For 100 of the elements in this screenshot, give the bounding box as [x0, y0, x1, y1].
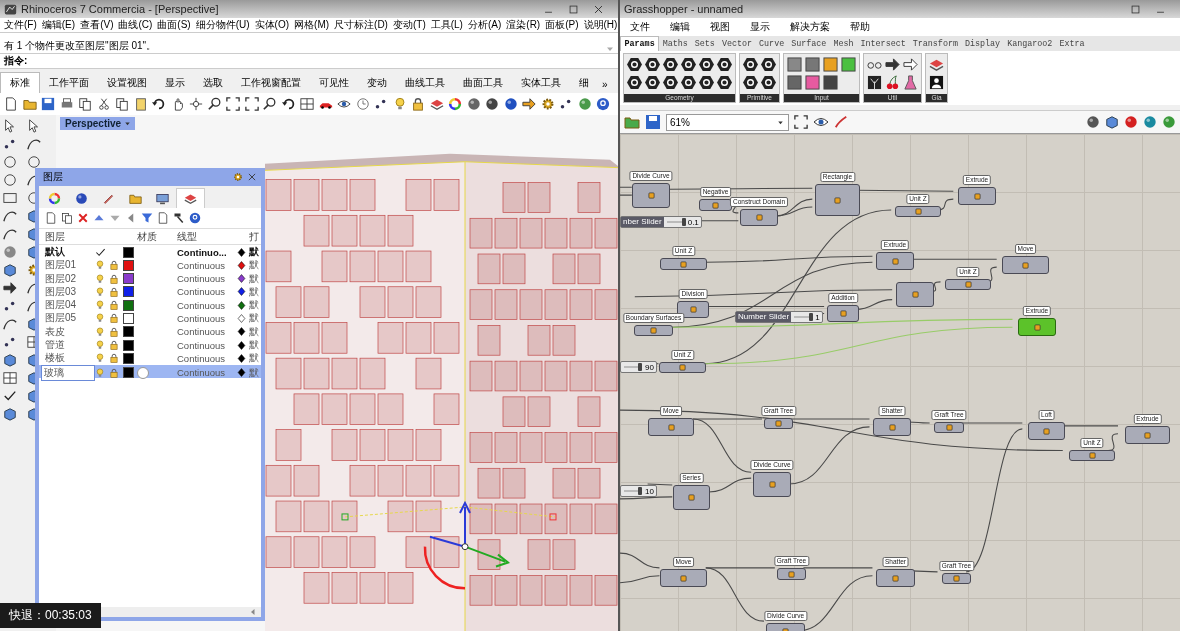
- layer-name: 图层05: [44, 311, 78, 326]
- menu-item[interactable]: 曲线(C): [118, 18, 153, 32]
- window-title: Rhinoceros 7 Commercia - [Perspective]: [21, 3, 220, 15]
- print-color-cell-text: 默: [249, 351, 260, 366]
- menu-item[interactable]: 显示: [750, 20, 770, 34]
- toolbar-tab[interactable]: 曲线工具: [396, 73, 454, 93]
- component-tab[interactable]: Display: [961, 37, 1004, 51]
- print-color-cell-text: 默: [249, 271, 260, 286]
- panel-title: 图层: [43, 170, 63, 184]
- layer-name: 图层04: [44, 298, 78, 313]
- layer-name: 图层03: [44, 284, 78, 299]
- menu-item[interactable]: 编辑(E): [41, 18, 76, 32]
- column-header: 打: [249, 229, 260, 244]
- layer-name: 表皮: [44, 324, 66, 339]
- linetype-cell-text: Continuous: [177, 299, 227, 311]
- number-slider[interactable]: 10: [620, 485, 657, 497]
- menu-item[interactable]: 说明(H): [583, 18, 618, 32]
- menu-item[interactable]: 帮助: [850, 20, 870, 34]
- menu-item[interactable]: 变动(T): [392, 18, 426, 32]
- layer-name: 楼板: [44, 351, 66, 366]
- component-tab[interactable]: Params: [620, 36, 660, 51]
- menu-item[interactable]: 细分物件(U): [195, 18, 250, 32]
- layer-row[interactable]: 图层05 Continuous 默: [39, 311, 261, 325]
- component-tab[interactable]: Transform: [909, 37, 962, 51]
- toolbar-tab[interactable]: 细: [570, 73, 598, 93]
- toolbar-tab[interactable]: 设置视图: [98, 73, 156, 93]
- component-tab[interactable]: Surface: [787, 37, 830, 51]
- linetype-cell-text: Continuous: [177, 286, 227, 298]
- window-title: Grasshopper - unnamed: [624, 3, 745, 15]
- layer-row[interactable]: 图层03 Continuous 默: [39, 284, 261, 299]
- linetype-cell-text: Continuous: [177, 367, 227, 379]
- layer-row[interactable]: 表皮 Continuous 默: [39, 324, 261, 339]
- layer-name: 图层02: [44, 271, 78, 286]
- print-color-cell-text: 默: [249, 311, 260, 326]
- column-header: 线型: [177, 229, 198, 244]
- layer-row[interactable]: 玻璃 Continuous 默: [39, 364, 261, 378]
- menu-item[interactable]: 文件(F): [4, 18, 37, 32]
- viewport-tab[interactable]: Perspective: [60, 117, 136, 130]
- toolbar-tab[interactable]: 实体工具: [512, 73, 570, 93]
- menu-item[interactable]: 网格(M): [294, 18, 330, 32]
- zoom-dropdown[interactable]: 61%: [666, 113, 789, 131]
- command-history-line: 有 1 个物件更改至图层"图层 01"。: [4, 39, 157, 53]
- menu-item[interactable]: 解决方案: [790, 20, 830, 34]
- command-prompt: 指令:: [4, 54, 28, 68]
- column-header: 图层: [44, 229, 66, 244]
- component-tab[interactable]: Sets: [691, 37, 719, 51]
- component-tab[interactable]: Curve: [755, 37, 788, 51]
- component-tab[interactable]: Intersect: [857, 37, 910, 51]
- layer-row[interactable]: 图层01 Continuous 默: [39, 258, 261, 272]
- print-color-cell-text: 默: [249, 338, 260, 353]
- layer-row[interactable]: 图层02 Continuous 默: [39, 271, 261, 285]
- menu-item[interactable]: 分析(A): [467, 18, 502, 32]
- linetype-cell-text: Continuous: [177, 259, 227, 271]
- number-slider[interactable]: Number Slider 1: [735, 311, 823, 323]
- component-tab[interactable]: Mesh: [829, 37, 857, 51]
- toolbar-tab[interactable]: 工作平面: [40, 73, 98, 93]
- linetype-cell-text: Continuous: [177, 352, 227, 364]
- toolbar-tab[interactable]: 选取: [194, 73, 232, 93]
- print-color-cell-text: 默: [249, 365, 260, 380]
- menu-item[interactable]: 工具(L): [430, 18, 463, 32]
- toolbar-tab[interactable]: 显示: [156, 73, 194, 93]
- toolbar-tab[interactable]: 工作视窗配置: [232, 73, 310, 93]
- linetype-cell-text: Continuous: [177, 273, 227, 285]
- menu-item[interactable]: 视图: [710, 20, 730, 34]
- playback-time: 快退：00:35:03: [0, 603, 101, 628]
- toolbar-tab[interactable]: 标准: [0, 72, 40, 93]
- component-tab[interactable]: Maths: [659, 37, 692, 51]
- component-tab[interactable]: Extra: [1055, 37, 1089, 51]
- layer-row[interactable]: 默认 Continuo... 默: [39, 245, 261, 259]
- toolbar-tab[interactable]: 曲面工具: [454, 73, 512, 93]
- print-color-cell-text: 默: [249, 245, 260, 259]
- print-color-cell-text: 默: [249, 284, 260, 299]
- number-slider[interactable]: 90: [620, 361, 657, 373]
- layer-row[interactable]: 管道 Continuous 默: [39, 338, 261, 352]
- linetype-cell-text: Continuous: [177, 339, 227, 351]
- menu-item[interactable]: 渲染(R): [506, 18, 541, 32]
- layer-name: 图层01: [44, 258, 78, 273]
- menu-item[interactable]: 编辑: [670, 20, 690, 34]
- linetype-cell-text: Continuo...: [177, 246, 228, 258]
- number-slider[interactable]: nber Slider 0.1: [620, 216, 702, 228]
- layer-row[interactable]: 楼板 Continuous 默: [39, 351, 261, 365]
- layer-name: 管道: [44, 338, 66, 352]
- toolbar-tab[interactable]: 可见性: [310, 73, 358, 93]
- menu-item[interactable]: 面板(P): [545, 18, 579, 32]
- toolbar-tab[interactable]: 变动: [358, 73, 396, 93]
- menu-item[interactable]: 查看(V): [80, 18, 114, 32]
- layer-row[interactable]: 图层04 Continuous 默: [39, 298, 261, 312]
- menu-item[interactable]: 实体(O): [254, 18, 290, 32]
- layer-name: 默认: [44, 245, 66, 259]
- menu-item[interactable]: 曲面(S): [157, 18, 191, 32]
- menu-item[interactable]: 文件: [630, 20, 650, 34]
- column-header: 材质: [137, 229, 158, 244]
- component-tab[interactable]: Kangaroo2: [1003, 37, 1056, 51]
- layer-name: 玻璃: [41, 364, 95, 381]
- more-tabs-button[interactable]: »: [598, 76, 612, 93]
- menu-item[interactable]: 尺寸标注(D): [334, 18, 388, 32]
- print-color-cell-text: 默: [249, 298, 260, 313]
- linetype-cell-text: Continuous: [177, 313, 227, 324]
- print-color-cell-text: 默: [249, 324, 260, 339]
- component-tab[interactable]: Vector: [718, 37, 756, 51]
